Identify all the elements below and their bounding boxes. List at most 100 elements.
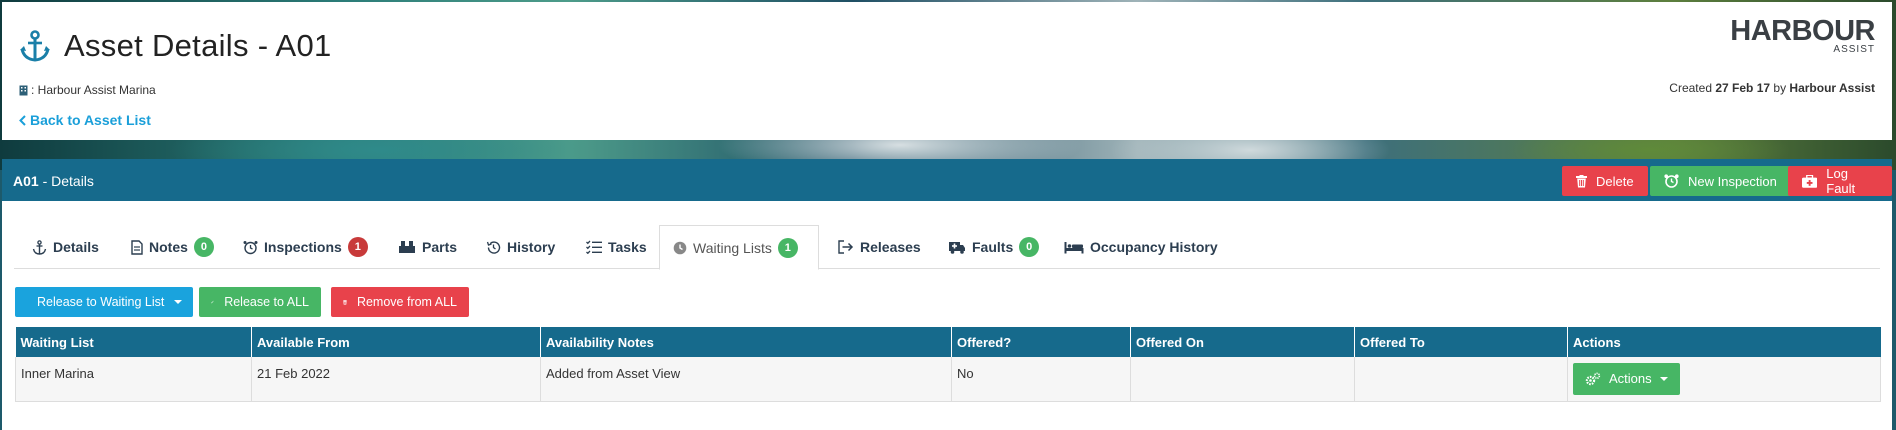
chevron-left-icon — [19, 114, 26, 126]
tab-details-label: Details — [53, 239, 99, 255]
created-by-prefix: by — [1773, 81, 1787, 95]
history-icon — [486, 240, 501, 254]
tab-inspections-label: Inspections — [264, 239, 342, 255]
note-icon — [131, 239, 143, 255]
tab-tasks-label: Tasks — [608, 239, 647, 255]
harbour-assist-logo: HARBOUR ASSIST — [1730, 16, 1875, 55]
column-header-availability-notes[interactable]: Availability Notes — [540, 327, 952, 357]
table-row: Inner Marina 21 Feb 2022 Added from Asse… — [15, 357, 1881, 402]
page-header: Asset Details - A01 : Harbour Assist Mar… — [2, 2, 1892, 140]
tab-occupancy-history-label: Occupancy History — [1090, 239, 1218, 255]
available-from-value: 21 Feb 2022 — [257, 366, 331, 382]
tab-waiting-lists-label: Waiting Lists — [693, 239, 772, 256]
anchor-icon — [32, 239, 47, 255]
cell-actions: Actions — [1567, 357, 1881, 402]
page-title: Asset Details - A01 — [18, 28, 332, 64]
tab-history-label: History — [507, 239, 556, 255]
tab-releases-label: Releases — [860, 239, 921, 255]
delete-label: Delete — [1596, 173, 1634, 189]
remove-from-all-button[interactable]: Remove from ALL — [331, 287, 469, 317]
caret-down-icon — [174, 300, 183, 304]
bed-icon — [1064, 241, 1084, 253]
cell-offered-to — [1354, 357, 1568, 402]
tab-tasks[interactable]: Tasks — [582, 225, 651, 269]
inspections-count-badge: 1 — [347, 237, 368, 257]
asset-code: A01 — [13, 173, 39, 189]
tab-details[interactable]: Details — [28, 225, 103, 269]
log-fault-button[interactable]: Log Fault — [1788, 166, 1892, 196]
tab-faults[interactable]: Faults 0 — [944, 225, 1043, 269]
log-fault-label: Log Fault — [1826, 166, 1856, 196]
release-arrow-icon — [838, 240, 854, 254]
tab-occupancy-history[interactable]: Occupancy History — [1060, 225, 1222, 269]
release-to-all-button[interactable]: Release to ALL — [199, 287, 321, 317]
release-to-waiting-list-label: Release to Waiting List — [37, 295, 165, 309]
tab-notes[interactable]: Notes 0 — [127, 225, 218, 269]
tab-parts-label: Parts — [422, 239, 458, 255]
faults-count-badge: 0 — [1019, 237, 1040, 257]
magic-wand-icon — [211, 300, 214, 304]
tab-waiting-lists[interactable]: Waiting Lists 1 — [659, 225, 819, 270]
offered-value: No — [957, 366, 974, 382]
column-header-actions: Actions — [1567, 327, 1881, 357]
parts-icon — [399, 241, 415, 253]
waiting-list-value: Inner Marina — [21, 366, 94, 382]
cell-availability-notes: Added from Asset View — [540, 357, 952, 402]
column-header-offered-on[interactable]: Offered On — [1130, 327, 1355, 357]
medical-kit-icon — [1802, 174, 1818, 188]
cell-offered-on — [1130, 357, 1355, 402]
row-actions-label: Actions — [1609, 371, 1652, 387]
details-panel: Details Notes 0 Inspections 1 Parts Hist… — [2, 201, 1892, 430]
release-to-all-label: Release to ALL — [224, 295, 309, 309]
alarm-clock-icon — [243, 240, 258, 254]
tab-releases[interactable]: Releases — [834, 225, 925, 269]
created-date: 27 Feb 17 — [1715, 81, 1771, 95]
column-header-available-from[interactable]: Available From — [251, 327, 541, 357]
cogs-icon — [1585, 372, 1601, 385]
created-by: Harbour Assist — [1789, 81, 1875, 95]
tab-history[interactable]: History — [482, 225, 559, 269]
created-info: Created 27 Feb 17 by Harbour Assist — [1669, 81, 1875, 95]
tab-bar: Details Notes 0 Inspections 1 Parts Hist… — [14, 225, 1880, 270]
new-inspection-button[interactable]: New Inspection — [1650, 166, 1791, 196]
release-to-waiting-list-dropdown[interactable]: Release to Waiting List — [15, 287, 193, 317]
back-to-asset-list-link[interactable]: Back to Asset List — [19, 112, 151, 128]
list-check-icon — [586, 240, 602, 254]
trash-icon — [1576, 174, 1587, 187]
building-icon — [19, 85, 28, 95]
anchor-icon — [20, 30, 50, 62]
tab-faults-label: Faults — [972, 239, 1014, 255]
notes-count-badge: 0 — [193, 237, 214, 257]
waiting-list-table: Waiting List Available From Availability… — [15, 327, 1881, 402]
clock-icon — [673, 241, 687, 254]
page-title-text: Asset Details - A01 — [64, 28, 332, 63]
caret-down-icon — [1659, 376, 1668, 381]
cell-waiting-list: Inner Marina — [15, 357, 252, 402]
tab-notes-label: Notes — [149, 239, 188, 255]
delete-button[interactable]: Delete — [1562, 166, 1648, 196]
table-header-row: Waiting List Available From Availability… — [15, 327, 1881, 357]
details-suffix: - Details — [38, 173, 94, 189]
details-title-bar: A01 - Details Delete New Inspection Log … — [2, 159, 1892, 201]
tab-inspections[interactable]: Inspections 1 — [239, 225, 372, 269]
availability-notes-value: Added from Asset View — [546, 366, 681, 382]
cell-offered: No — [951, 357, 1131, 402]
row-actions-dropdown[interactable]: Actions — [1573, 362, 1680, 395]
created-prefix: Created — [1669, 81, 1712, 95]
cell-available-from: 21 Feb 2022 — [251, 357, 541, 402]
column-header-offered-to[interactable]: Offered To — [1354, 327, 1568, 357]
back-link-label: Back to Asset List — [30, 112, 151, 128]
trash-icon — [343, 299, 347, 305]
tab-parts[interactable]: Parts — [394, 225, 461, 269]
waiting-lists-count-badge: 1 — [777, 237, 798, 258]
alarm-clock-icon — [1664, 174, 1679, 188]
remove-from-all-label: Remove from ALL — [356, 295, 457, 309]
column-header-waiting-list[interactable]: Waiting List — [15, 327, 252, 357]
logo-word: HARBOUR — [1730, 15, 1875, 47]
marina-name: : Harbour Assist Marina — [31, 83, 156, 97]
new-inspection-label: New Inspection — [1688, 173, 1777, 189]
details-title: A01 - Details — [13, 173, 94, 189]
column-header-offered[interactable]: Offered? — [951, 327, 1131, 357]
ambulance-icon — [949, 242, 965, 254]
marina-info: : Harbour Assist Marina — [19, 83, 156, 97]
